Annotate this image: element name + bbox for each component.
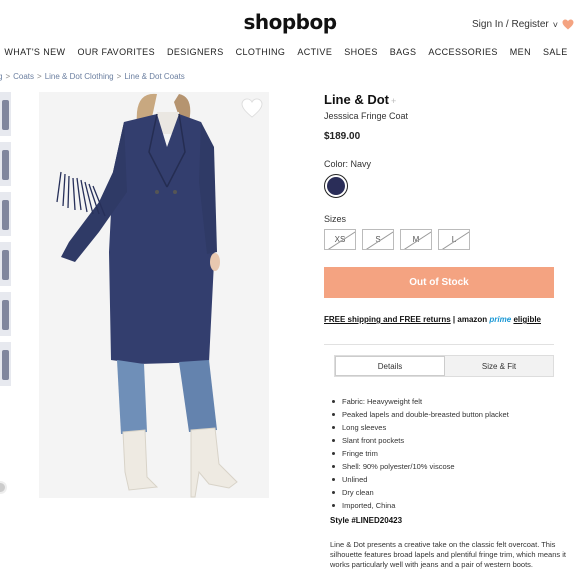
list-item: Shell: 90% polyester/10% viscose xyxy=(330,460,570,473)
thumbnail[interactable] xyxy=(0,292,11,336)
brand-label[interactable]: Line & Dot xyxy=(324,92,389,107)
product-image[interactable] xyxy=(39,92,269,498)
model-illustration xyxy=(56,93,238,498)
product-info: Line & Dot + Jesssica Fringe Coat $189.00… xyxy=(324,92,556,377)
list-item: Long sleeves xyxy=(330,421,570,434)
chevron-down-icon[interactable]: ˅ xyxy=(553,20,558,30)
thumbnail[interactable] xyxy=(0,192,11,236)
nav-shoes[interactable]: SHOES xyxy=(338,47,384,57)
main-nav: WHAT'S NEW OUR FAVORITES DESIGNERS CLOTH… xyxy=(0,47,580,57)
divider xyxy=(324,344,554,345)
nav-bags[interactable]: BAGS xyxy=(384,47,423,57)
thumbnail-strip xyxy=(0,92,11,392)
details-list: Fabric: Heavyweight felt Peaked lapels a… xyxy=(330,395,570,512)
product-price: $189.00 xyxy=(324,131,361,142)
nav-sale[interactable]: SALE xyxy=(537,47,574,57)
product-name: Jesssica Fringe Coat xyxy=(324,111,409,121)
shipping-info: FREE shipping and FREE returns | amazon … xyxy=(324,315,556,324)
size-option-xs[interactable]: XS xyxy=(324,229,356,250)
list-item: Dry clean xyxy=(330,486,570,499)
thumbnail[interactable] xyxy=(0,242,11,286)
tab-size-fit[interactable]: Size & Fit xyxy=(445,356,553,376)
detail-tabs: Details Size & Fit xyxy=(334,355,554,377)
follow-brand-icon[interactable]: + xyxy=(391,96,396,106)
size-option-s[interactable]: S xyxy=(362,229,394,250)
list-item: Unlined xyxy=(330,473,570,486)
free-shipping-link[interactable]: FREE shipping and FREE returns xyxy=(324,315,451,324)
nav-men[interactable]: MEN xyxy=(504,47,537,57)
list-item: Peaked lapels and double-breasted button… xyxy=(330,408,570,421)
nav-accessories[interactable]: ACCESSORIES xyxy=(422,47,503,57)
thumbnail[interactable] xyxy=(0,142,11,186)
brand-name[interactable]: Line & Dot + xyxy=(324,92,556,107)
video-play-icon[interactable] xyxy=(0,481,7,494)
details-panel: Fabric: Heavyweight felt Peaked lapels a… xyxy=(330,395,570,570)
out-of-stock-button[interactable]: Out of Stock xyxy=(324,267,554,298)
prime-logo: prime xyxy=(489,315,512,324)
account-area: Sign In / Register ˅ xyxy=(472,19,574,30)
size-selector: XS S M L xyxy=(324,229,556,250)
list-item: Imported, China xyxy=(330,499,570,512)
size-option-m[interactable]: M xyxy=(400,229,432,250)
style-number: Style #LINED20423 xyxy=(330,516,403,525)
breadcrumb-item[interactable]: Line & Dot Clothing xyxy=(45,72,114,81)
sizes-label: Sizes xyxy=(324,214,347,224)
nav-active[interactable]: ACTIVE xyxy=(291,47,338,57)
thumbnail[interactable] xyxy=(0,92,11,136)
nav-designers[interactable]: DESIGNERS xyxy=(161,47,230,57)
list-item: Slant front pockets xyxy=(330,434,570,447)
amazon-logo: amazon xyxy=(457,315,488,324)
color-swatch-navy[interactable] xyxy=(324,174,348,198)
sign-in-register-link[interactable]: Sign In / Register xyxy=(472,19,549,30)
color-label: Color: Navy xyxy=(324,159,372,169)
nav-whats-new[interactable]: WHAT'S NEW xyxy=(0,47,71,57)
list-item: Fabric: Heavyweight felt xyxy=(330,395,570,408)
prime-eligible-link[interactable]: eligible xyxy=(513,315,541,324)
size-option-l[interactable]: L xyxy=(438,229,470,250)
swatch-fill xyxy=(327,177,345,195)
list-item: Fringe trim xyxy=(330,447,570,460)
breadcrumb: g > Coats > Line & Dot Clothing > Line & Dot C… xyxy=(0,72,185,81)
breadcrumb-item[interactable]: Line & Dot Coats xyxy=(124,72,184,81)
heart-icon[interactable] xyxy=(562,19,574,30)
thumbnail[interactable] xyxy=(0,342,11,386)
favorite-heart-icon[interactable] xyxy=(241,98,263,118)
product-description: Line & Dot presents a creative take on t… xyxy=(330,540,566,569)
breadcrumb-item[interactable]: Coats xyxy=(13,72,34,81)
nav-our-favorites[interactable]: OUR FAVORITES xyxy=(71,47,161,57)
tab-details[interactable]: Details xyxy=(335,356,445,376)
nav-clothing[interactable]: CLOTHING xyxy=(230,47,292,57)
